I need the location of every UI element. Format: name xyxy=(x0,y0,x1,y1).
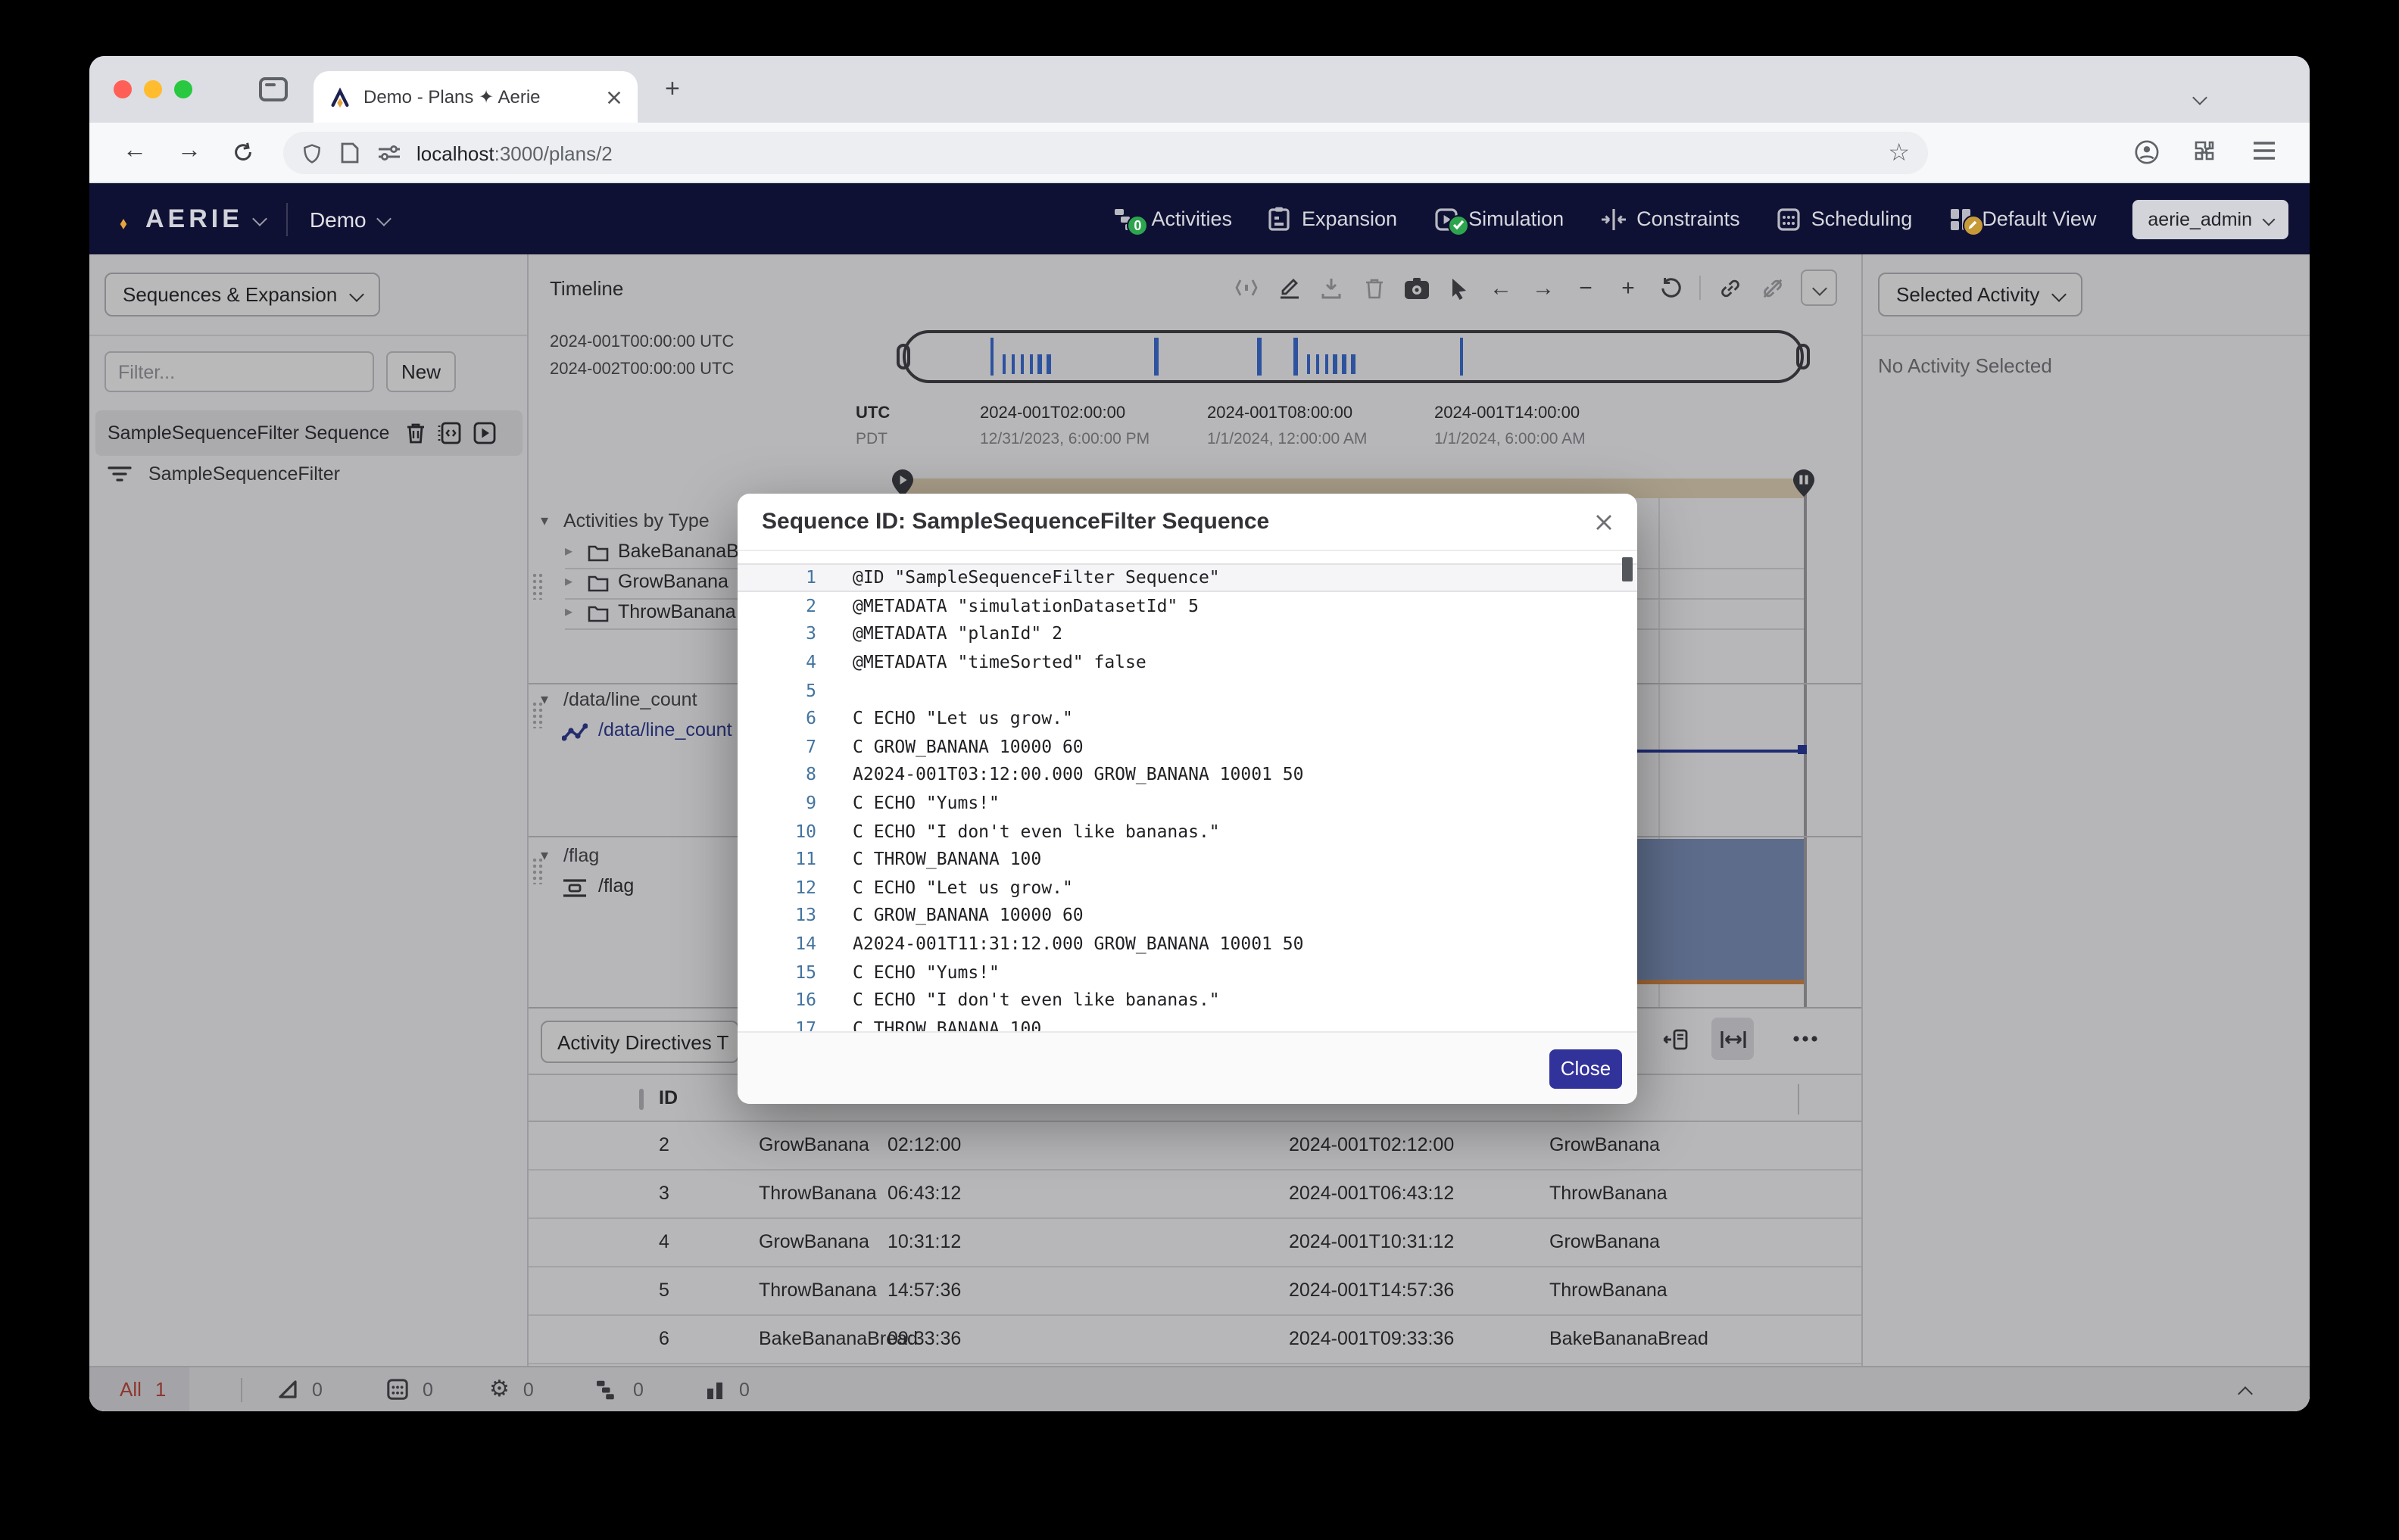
nav-item-label: Constraints xyxy=(1636,207,1740,230)
new-tab-button[interactable]: + xyxy=(665,74,680,104)
zoom-window-button[interactable] xyxy=(174,80,192,98)
close-window-button[interactable] xyxy=(114,80,132,98)
user-menu-button[interactable]: aerie_admin xyxy=(2132,199,2288,238)
scheduling-icon xyxy=(1777,207,1801,231)
modal-close-icon[interactable] xyxy=(1595,513,1613,531)
code-scrollbar-thumb[interactable] xyxy=(1622,557,1633,581)
nav-item-label: Activities xyxy=(1151,207,1232,230)
pencil-icon xyxy=(1967,220,1978,230)
app-nav-bar: AERIE Demo 0 Activities xyxy=(89,183,2310,254)
aerie-favicon xyxy=(329,86,351,108)
site-security-shield-icon[interactable] xyxy=(301,142,323,164)
screen: Demo - Plans ✦ Aerie + ← → xyxy=(0,0,2399,1540)
plan-name: Demo xyxy=(310,207,367,231)
nav-item-simulation[interactable]: Simulation xyxy=(1433,207,1564,231)
browser-window: Demo - Plans ✦ Aerie + ← → xyxy=(89,56,2310,1411)
activities-count-badge: 0 xyxy=(1127,214,1148,235)
code-line[interactable]: 1@ID "SampleSequenceFilter Sequence" xyxy=(738,563,1637,591)
simulation-status-badge xyxy=(1447,214,1468,235)
nav-item-label: Expansion xyxy=(1302,207,1397,230)
page-info-icon[interactable] xyxy=(341,142,359,164)
tab-title: Demo - Plans ✦ Aerie xyxy=(363,86,606,108)
forward-button[interactable]: → xyxy=(177,138,201,165)
url-text[interactable]: localhost:3000/plans/2 xyxy=(416,142,613,164)
bookmark-star-icon[interactable]: ☆ xyxy=(1888,138,1910,168)
view-modified-badge xyxy=(1962,214,1983,235)
browser-toolbar: ← → localhost:3000/plans/2 ☆ xyxy=(89,123,2310,183)
nav-item-activities[interactable]: 0 Activities xyxy=(1113,207,1232,231)
code-line[interactable]: 9C ECHO "Yums!" xyxy=(738,789,1637,817)
code-line[interactable]: 10C ECHO "I don't even like bananas." xyxy=(738,817,1637,845)
code-line[interactable]: 12C ECHO "Let us grow." xyxy=(738,873,1637,901)
tab-strip: Demo - Plans ✦ Aerie + xyxy=(89,56,2310,123)
nav-item-default-view[interactable]: Default View xyxy=(1948,207,2096,231)
code-line[interactable]: 3@METADATA "planId" 2 xyxy=(738,619,1637,647)
nav-divider xyxy=(287,202,289,235)
aerie-logo-text: AERIE xyxy=(145,204,243,234)
nav-item-expansion[interactable]: Expansion xyxy=(1268,206,1397,232)
code-line[interactable]: 6C ECHO "Let us grow." xyxy=(738,704,1637,732)
modal-close-button[interactable]: Close xyxy=(1549,1049,1622,1088)
url-host: localhost xyxy=(416,142,494,164)
code-line[interactable]: 15C ECHO "Yums!" xyxy=(738,958,1637,986)
nav-item-label: Scheduling xyxy=(1811,207,1913,230)
code-line[interactable]: 14A2024-001T11:31:12.000 GROW_BANANA 100… xyxy=(738,929,1637,957)
menu-hamburger-icon[interactable] xyxy=(2252,141,2276,161)
code-line[interactable]: 17C THROW_BANANA 100 xyxy=(738,1014,1637,1031)
nav-item-scheduling[interactable]: Scheduling xyxy=(1777,207,1913,231)
address-bar[interactable]: localhost:3000/plans/2 ☆ xyxy=(283,132,1928,174)
nav-item-label: Simulation xyxy=(1468,207,1564,230)
nav-item-constraints[interactable]: Constraints xyxy=(1600,207,1740,231)
code-line[interactable]: 5 xyxy=(738,676,1637,704)
code-line[interactable]: 16C ECHO "I don't even like bananas." xyxy=(738,986,1637,1014)
sequence-code-editor[interactable]: 1@ID "SampleSequenceFilter Sequence" 2@M… xyxy=(738,551,1637,1031)
nav-item-label: Default View xyxy=(1982,207,2096,230)
code-line[interactable]: 4@METADATA "timeSorted" false xyxy=(738,648,1637,676)
app-menu-button[interactable]: AERIE xyxy=(114,204,266,234)
reload-button[interactable] xyxy=(232,141,254,164)
code-line[interactable]: 2@METADATA "simulationDatasetId" 5 xyxy=(738,591,1637,619)
aerie-logo-mark xyxy=(114,207,133,230)
tracking-settings-icon[interactable] xyxy=(377,144,401,162)
check-icon xyxy=(1452,220,1464,230)
extensions-puzzle-icon[interactable] xyxy=(2192,139,2216,164)
code-line[interactable]: 13C GROW_BANANA 10000 60 xyxy=(738,901,1637,929)
plan-menu-button[interactable]: Demo xyxy=(310,207,389,231)
back-button[interactable]: ← xyxy=(123,138,147,165)
expansion-icon xyxy=(1268,206,1291,232)
tab-overview-icon[interactable] xyxy=(259,77,288,101)
app-content: Sequences & Expansion New SampleSequence… xyxy=(89,254,2310,1411)
profile-icon[interactable] xyxy=(2134,139,2160,165)
modal-title: Sequence ID: SampleSequenceFilter Sequen… xyxy=(762,509,1595,535)
modal-footer: Close xyxy=(738,1031,1637,1104)
browser-tab[interactable]: Demo - Plans ✦ Aerie xyxy=(314,71,638,123)
tab-close-icon[interactable] xyxy=(606,89,622,105)
constraints-icon xyxy=(1600,207,1626,231)
sequence-modal: Sequence ID: SampleSequenceFilter Sequen… xyxy=(738,494,1637,1104)
url-path: :3000/plans/2 xyxy=(494,142,613,164)
modal-header: Sequence ID: SampleSequenceFilter Sequen… xyxy=(738,494,1637,551)
code-line[interactable]: 8A2024-001T03:12:00.000 GROW_BANANA 1000… xyxy=(738,760,1637,788)
minimize-window-button[interactable] xyxy=(144,80,162,98)
code-line[interactable]: 11C THROW_BANANA 100 xyxy=(738,845,1637,873)
user-menu-label: aerie_admin xyxy=(2148,208,2252,229)
tab-list-chevron-icon[interactable] xyxy=(2195,83,2205,111)
code-line[interactable]: 7C GROW_BANANA 10000 60 xyxy=(738,732,1637,760)
